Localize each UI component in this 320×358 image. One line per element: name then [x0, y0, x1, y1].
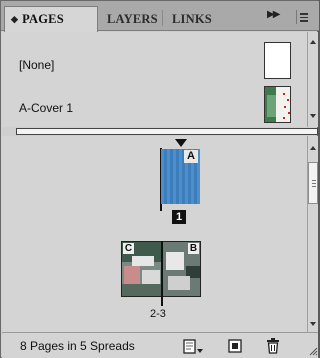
- panel-footer: 8 Pages in 5 Spreads: [2, 332, 318, 358]
- current-spread-marker-icon: [175, 139, 187, 147]
- resize-grip-icon[interactable]: [309, 347, 318, 356]
- masters-scrollbar[interactable]: [307, 32, 318, 127]
- scroll-up-icon[interactable]: [310, 40, 316, 44]
- expand-panel-icon[interactable]: ▶▶: [267, 9, 280, 20]
- section-divider-handle[interactable]: [16, 128, 318, 135]
- tab-layers[interactable]: LAYERS: [101, 7, 164, 31]
- tab-links[interactable]: LINKS: [166, 7, 218, 31]
- document-pages-section: A 1 C B 2-3: [2, 136, 307, 332]
- tab-pages-label: PAGES: [22, 12, 64, 26]
- master-a-cover-thumbnail[interactable]: [264, 86, 291, 123]
- scrollbar-thumb[interactable]: [308, 162, 318, 204]
- scroll-down-icon[interactable]: [310, 322, 316, 326]
- master-item-a-cover[interactable]: A-Cover 1: [2, 82, 307, 128]
- scroll-down-icon[interactable]: [310, 114, 316, 118]
- page-number-label: 1: [172, 210, 186, 224]
- panel-tab-bar: ◆ PAGES LAYERS LINKS ▶▶: [1, 1, 319, 32]
- delete-page-icon[interactable]: [264, 337, 282, 355]
- scroll-up-icon[interactable]: [310, 146, 316, 150]
- page-count-status: 8 Pages in 5 Spreads: [20, 339, 135, 353]
- new-page-icon[interactable]: [226, 337, 244, 355]
- edit-page-size-icon[interactable]: [180, 337, 206, 355]
- panel-menu-icon[interactable]: [296, 10, 310, 24]
- spread-left-master-letter: C: [123, 243, 134, 254]
- master-pages-section: [None] A-Cover 1: [2, 32, 307, 127]
- pages-scrollbar[interactable]: [307, 136, 318, 332]
- tab-links-label: LINKS: [172, 11, 212, 26]
- master-item-label: A-Cover 1: [19, 101, 74, 115]
- page-master-letter: A: [184, 150, 198, 163]
- spread-number-label: 2-3: [150, 308, 166, 320]
- tab-divider: [162, 10, 163, 26]
- tab-layers-label: LAYERS: [107, 11, 158, 26]
- spread-right-master-letter: B: [188, 243, 199, 254]
- spread-spine: [161, 241, 163, 306]
- master-item-none[interactable]: [None]: [2, 40, 307, 86]
- master-none-thumbnail[interactable]: [264, 42, 291, 79]
- tab-pages[interactable]: ◆ PAGES: [4, 6, 98, 32]
- master-item-label: [None]: [19, 58, 55, 72]
- collapse-chevron-icon[interactable]: ◆: [11, 14, 18, 25]
- pages-panel: ◆ PAGES LAYERS LINKS ▶▶ [None] A-Cover 1: [0, 0, 319, 358]
